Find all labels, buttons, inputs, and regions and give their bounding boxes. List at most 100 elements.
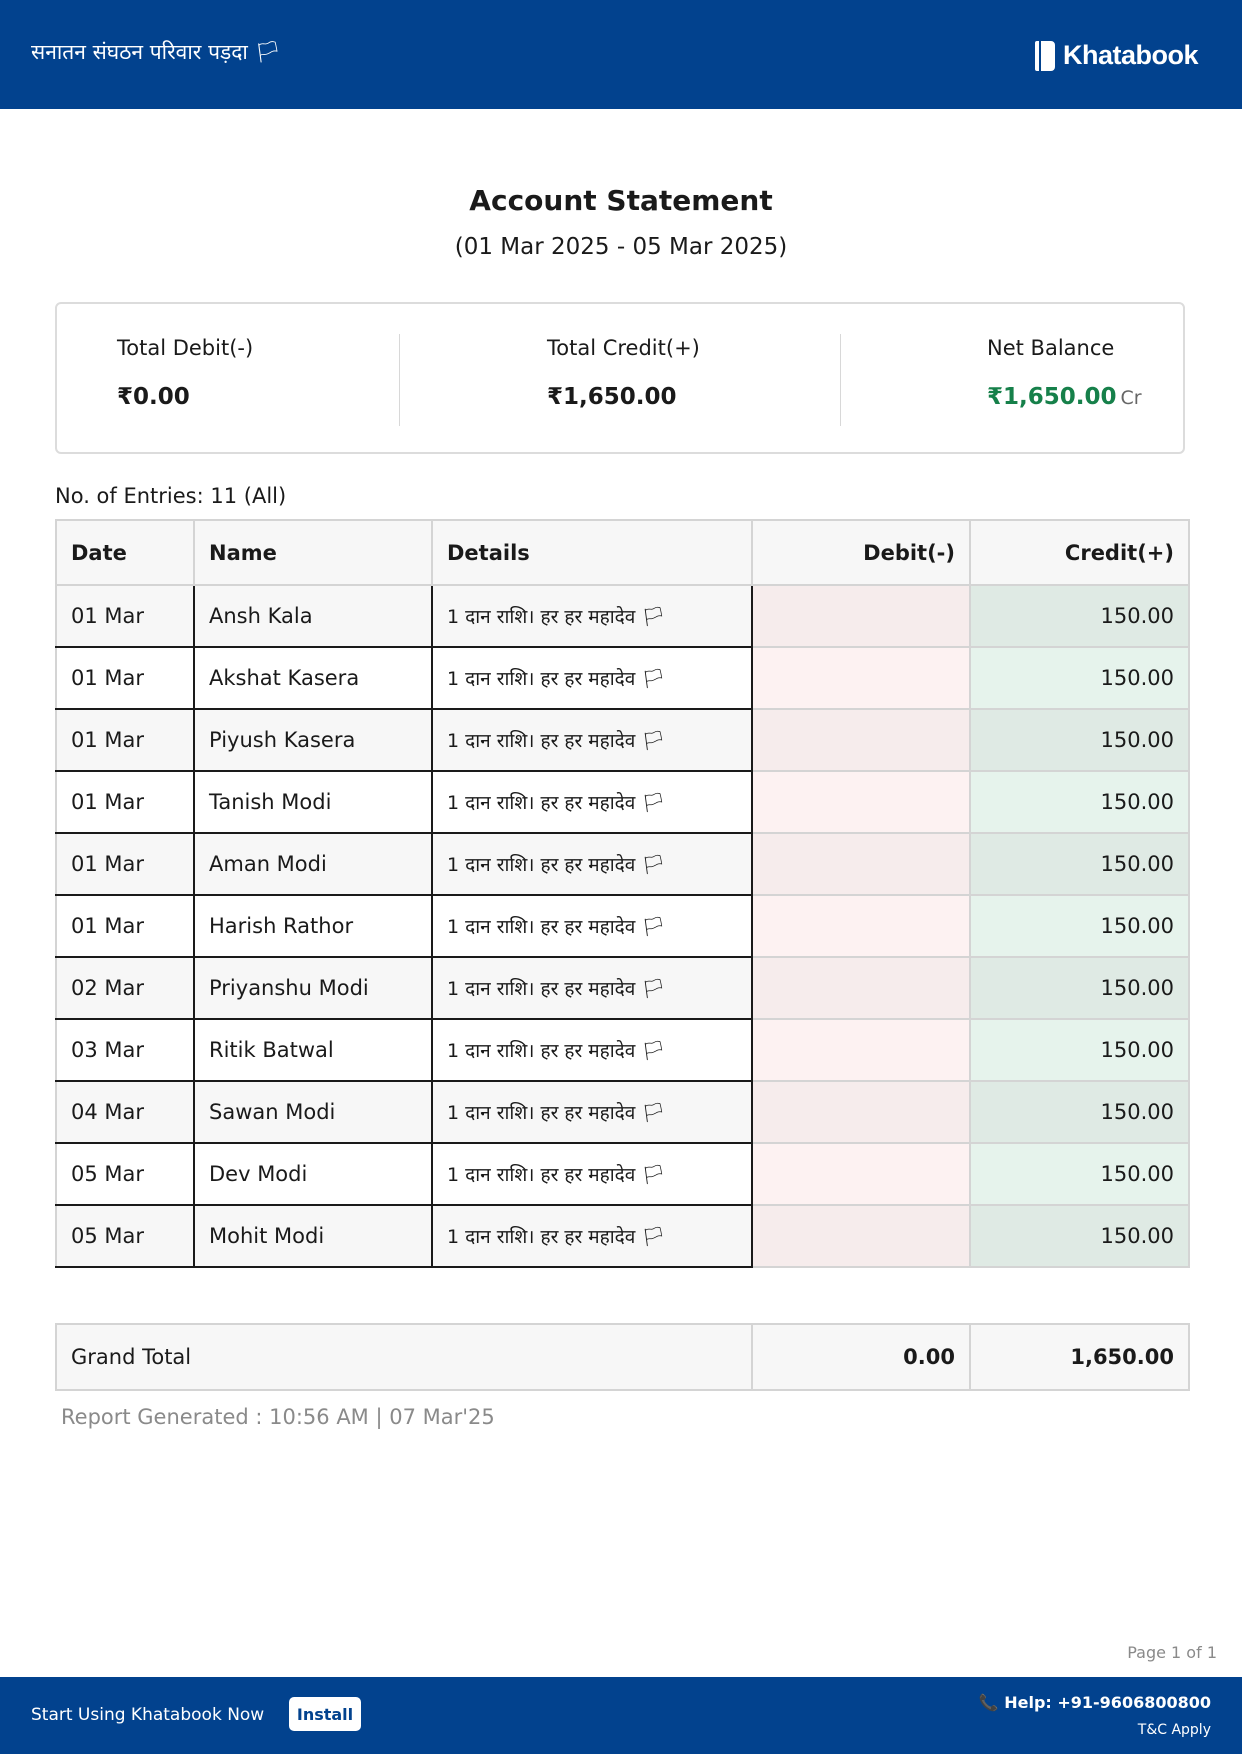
grand-total-label: Grand Total [55, 1323, 753, 1391]
table-row: 01 Mar Tanish Modi 1 दान राशि। हर हर महादे… [55, 770, 1190, 834]
table-header-row: Date Name Details Debit(-) Credit(+) [55, 519, 1190, 586]
column-header-date: Date [55, 519, 195, 586]
row-credit: 150.00 [969, 708, 1190, 772]
row-details: 1 दान राशि। हर हर महादेव 🏳 [431, 1080, 753, 1144]
row-date: 01 Mar [55, 832, 195, 896]
footer-bar: Start Using Khatabook Now Install 📞 Help… [0, 1677, 1242, 1754]
install-button[interactable]: Install [289, 1697, 361, 1731]
row-debit [751, 832, 971, 896]
row-details: 1 दान राशि। हर हर महादेव 🏳 [431, 646, 753, 710]
row-details: 1 दान राशि। हर हर महादेव 🏳 [431, 956, 753, 1020]
row-date: 01 Mar [55, 770, 195, 834]
grand-total-debit: 0.00 [751, 1323, 971, 1391]
business-name: सनातन संघठन परिवार पड़दा 🏳 [31, 40, 282, 64]
row-credit: 150.00 [969, 956, 1190, 1020]
tc-link[interactable]: T&C Apply [1138, 1722, 1211, 1738]
row-details: 1 दान राशि। हर हर महादेव 🏳 [431, 1018, 753, 1082]
summary-divider [840, 334, 841, 426]
row-date: 02 Mar [55, 956, 195, 1020]
table-row: 01 Mar Harish Rathor 1 दान राशि। हर हर महा… [55, 894, 1190, 958]
row-details: 1 दान राशि। हर हर महादेव 🏳 [431, 894, 753, 958]
column-header-debit: Debit(-) [751, 519, 971, 586]
row-debit [751, 708, 971, 772]
total-debit-value: ₹0.00 [117, 384, 190, 410]
entries-count: No. of Entries: 11 (All) [55, 484, 286, 508]
row-credit: 150.00 [969, 1142, 1190, 1206]
table-row: 02 Mar Priyanshu Modi 1 दान राशि। हर हर मह… [55, 956, 1190, 1020]
grand-total-credit: 1,650.00 [969, 1323, 1190, 1391]
statement-period: (01 Mar 2025 - 05 Mar 2025) [454, 234, 788, 260]
row-date: 01 Mar [55, 894, 195, 958]
table-row: 01 Mar Piyush Kasera 1 दान राशि। हर हर महा… [55, 708, 1190, 772]
summary-divider [399, 334, 400, 426]
row-details: 1 दान राशि। हर हर महादेव 🏳 [431, 1204, 753, 1268]
grand-total-table: Grand Total 0.00 1,650.00 [55, 1323, 1190, 1391]
row-name: Mohit Modi [193, 1204, 433, 1268]
row-credit: 150.00 [969, 1080, 1190, 1144]
table-row: 05 Mar Dev Modi 1 दान राशि। हर हर महादेव 🏳… [55, 1142, 1190, 1206]
row-credit: 150.00 [969, 832, 1190, 896]
row-debit [751, 1142, 971, 1206]
row-details: 1 दान राशि। हर हर महादेव 🏳 [431, 832, 753, 896]
row-date: 04 Mar [55, 1080, 195, 1144]
ledger-table: Date Name Details Debit(-) Credit(+) 01 … [55, 519, 1190, 1268]
row-debit [751, 770, 971, 834]
row-name: Piyush Kasera [193, 708, 433, 772]
brand-name: Khatabook [1062, 40, 1199, 70]
total-credit-block: Total Credit(+) ₹1,650.00 [547, 336, 700, 410]
row-name: Dev Modi [193, 1142, 433, 1206]
row-name: Akshat Kasera [193, 646, 433, 710]
table-row: 03 Mar Ritik Batwal 1 दान राशि। हर हर महाद… [55, 1018, 1190, 1082]
row-name: Sawan Modi [193, 1080, 433, 1144]
row-credit: 150.00 [969, 584, 1190, 648]
row-credit: 150.00 [969, 894, 1190, 958]
row-credit: 150.00 [969, 646, 1190, 710]
summary-card: Total Debit(-) ₹0.00 Total Credit(+) ₹1,… [55, 302, 1185, 454]
footer-cta: Start Using Khatabook Now [31, 1705, 265, 1725]
book-icon [1034, 40, 1055, 71]
help-phone[interactable]: 📞 Help: +91-9606800800 [979, 1693, 1211, 1712]
header-bar: सनातन संघठन परिवार पड़दा 🏳 Khatabook [0, 0, 1242, 109]
statement-title: Account Statement [469, 184, 773, 217]
row-debit [751, 1018, 971, 1082]
net-balance-label: Net Balance [987, 336, 1115, 360]
row-date: 03 Mar [55, 1018, 195, 1082]
khatabook-logo: Khatabook [1034, 40, 1199, 71]
column-header-details: Details [431, 519, 753, 586]
row-date: 01 Mar [55, 584, 195, 648]
row-date: 01 Mar [55, 708, 195, 772]
entries-value: 11 (All) [210, 484, 287, 508]
net-balance-block: Net Balance ₹1,650.00 Cr [987, 336, 1142, 410]
net-balance-suffix: Cr [1120, 387, 1142, 409]
grand-total-row: Grand Total 0.00 1,650.00 [55, 1323, 1190, 1391]
row-name: Aman Modi [193, 832, 433, 896]
row-debit [751, 646, 971, 710]
total-credit-label: Total Credit(+) [547, 336, 700, 360]
entries-label: No. of Entries: [55, 484, 204, 508]
row-debit [751, 1204, 971, 1268]
column-header-name: Name [193, 519, 433, 586]
total-debit-block: Total Debit(-) ₹0.00 [117, 336, 253, 410]
total-credit-value: ₹1,650.00 [547, 384, 677, 410]
table-row: 04 Mar Sawan Modi 1 दान राशि। हर हर महादेव… [55, 1080, 1190, 1144]
table-row: 05 Mar Mohit Modi 1 दान राशि। हर हर महादेव… [55, 1204, 1190, 1268]
row-name: Ritik Batwal [193, 1018, 433, 1082]
table-row: 01 Mar Ansh Kala 1 दान राशि। हर हर महादेव … [55, 584, 1190, 648]
total-debit-label: Total Debit(-) [117, 336, 254, 360]
row-date: 05 Mar [55, 1204, 195, 1268]
row-name: Tanish Modi [193, 770, 433, 834]
row-date: 05 Mar [55, 1142, 195, 1206]
row-date: 01 Mar [55, 646, 195, 710]
report-generated: Report Generated : 10:56 AM | 07 Mar'25 [61, 1405, 495, 1429]
row-details: 1 दान राशि। हर हर महादेव 🏳 [431, 584, 753, 648]
row-credit: 150.00 [969, 1204, 1190, 1268]
row-debit [751, 956, 971, 1020]
row-debit [751, 584, 971, 648]
row-details: 1 दान राशि। हर हर महादेव 🏳 [431, 708, 753, 772]
net-balance-value: ₹1,650.00 [987, 384, 1117, 410]
row-debit [751, 894, 971, 958]
row-credit: 150.00 [969, 1018, 1190, 1082]
row-name: Ansh Kala [193, 584, 433, 648]
row-credit: 150.00 [969, 770, 1190, 834]
row-name: Harish Rathor [193, 894, 433, 958]
